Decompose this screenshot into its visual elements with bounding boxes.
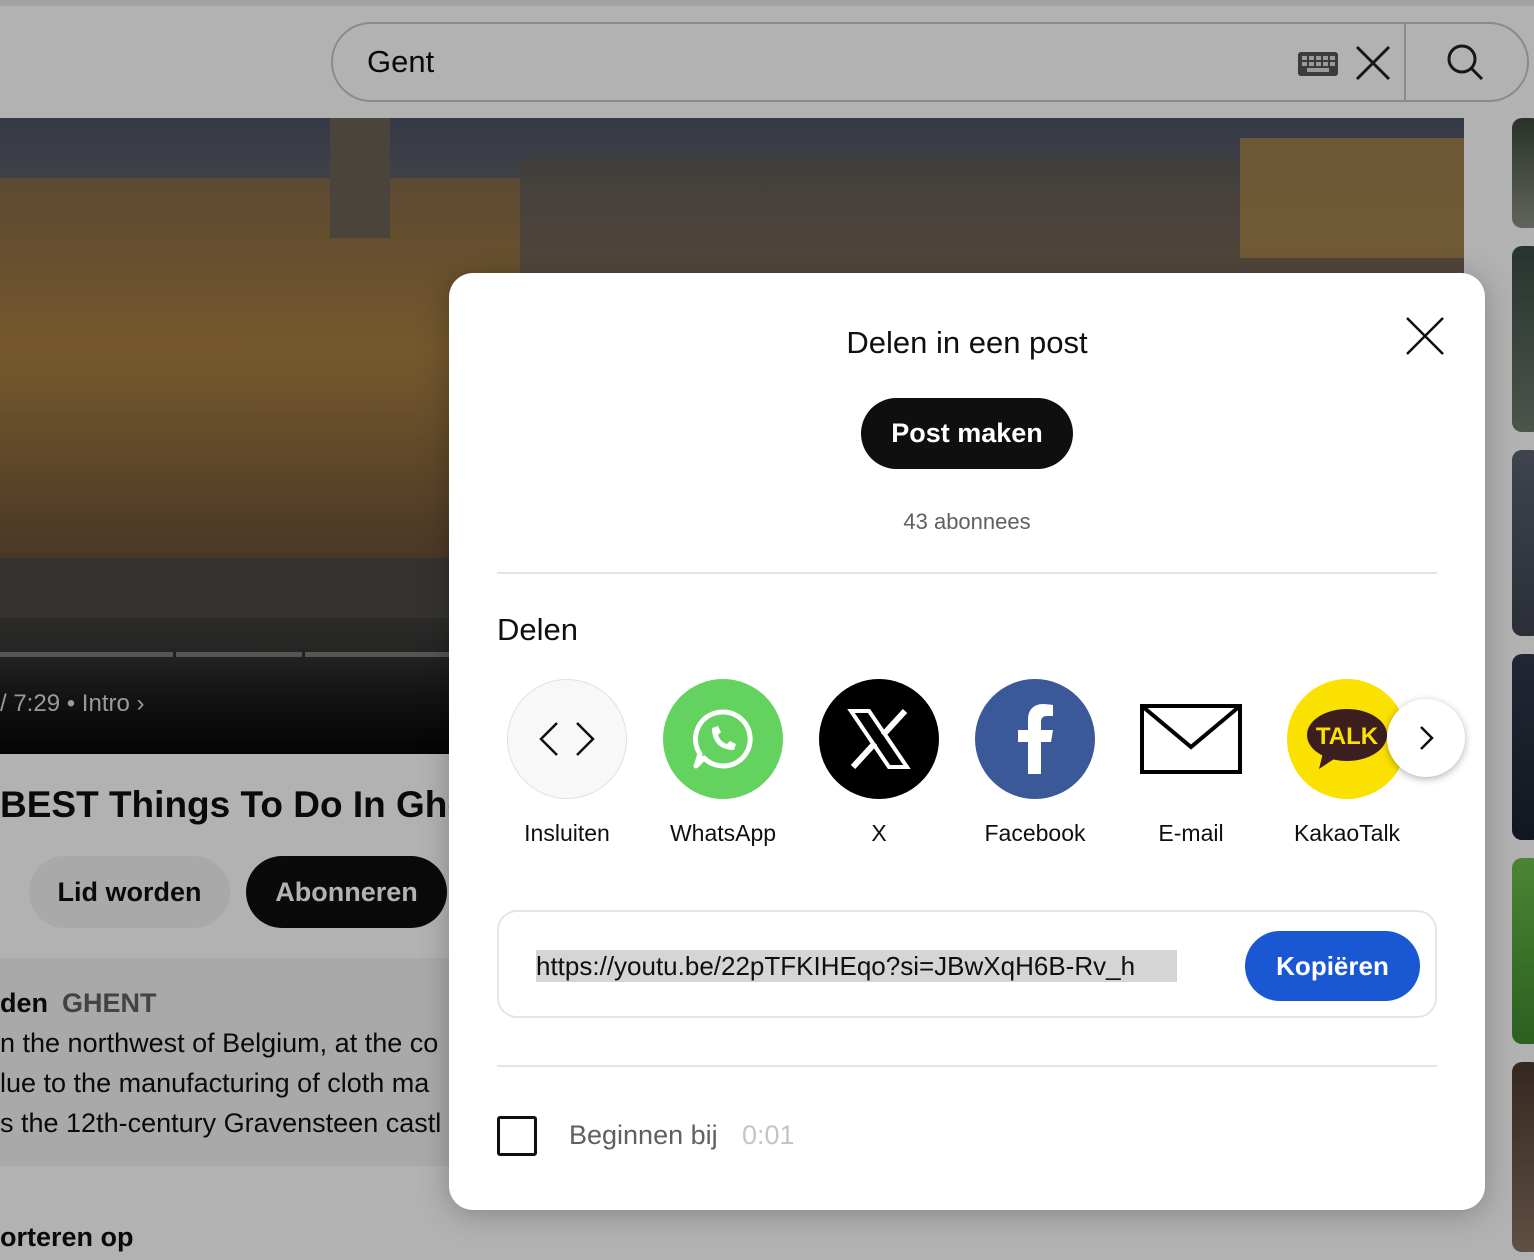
dialog-title: Delen in een post [846, 325, 1088, 360]
mail-icon [1131, 679, 1251, 799]
next-share-targets-button[interactable] [1387, 699, 1465, 777]
share-heading: Delen [497, 612, 578, 647]
share-target-label: X [871, 820, 887, 846]
embed-code-icon [507, 679, 627, 799]
share-target-embed[interactable]: Insluiten [492, 679, 642, 859]
share-link-input[interactable]: https://youtu.be/22pTFKIHEqo?si=JBwXqH6B… [536, 950, 1177, 982]
share-target-email[interactable]: E-mail [1116, 679, 1266, 859]
share-target-label: WhatsApp [669, 820, 777, 846]
share-target-label: Insluiten [524, 820, 610, 846]
copy-link-button[interactable]: Kopiëren [1245, 931, 1420, 1001]
subscriber-count: 43 abonnees [903, 509, 1031, 534]
start-at-label: Beginnen bij [569, 1120, 718, 1150]
whatsapp-icon [663, 679, 783, 799]
create-post-button[interactable]: Post maken [861, 398, 1073, 469]
kakaotalk-badge-text: TALK [1316, 723, 1379, 750]
share-target-label: Facebook [984, 820, 1086, 846]
share-target-kakaotalk[interactable]: TALK KakaoTalk [1272, 679, 1422, 859]
share-target-x[interactable]: X [804, 679, 954, 859]
chevron-right-icon [1420, 726, 1434, 750]
divider [497, 1065, 1437, 1067]
start-at-time-input[interactable]: 0:01 [742, 1120, 795, 1151]
share-target-label: E-mail [1158, 820, 1224, 846]
share-target-facebook[interactable]: Facebook [960, 679, 1110, 859]
share-link-box: https://youtu.be/22pTFKIHEqo?si=JBwXqH6B… [497, 910, 1437, 1018]
x-logo-icon [819, 679, 939, 799]
share-target-label: KakaoTalk [1293, 820, 1401, 846]
start-at-checkbox[interactable] [497, 1116, 537, 1156]
divider [497, 572, 1437, 574]
facebook-icon [975, 679, 1095, 799]
share-target-whatsapp[interactable]: WhatsApp [648, 679, 798, 859]
close-icon[interactable] [1402, 313, 1448, 359]
share-dialog: Delen in een post Post maken 43 abonnees… [449, 273, 1485, 1210]
